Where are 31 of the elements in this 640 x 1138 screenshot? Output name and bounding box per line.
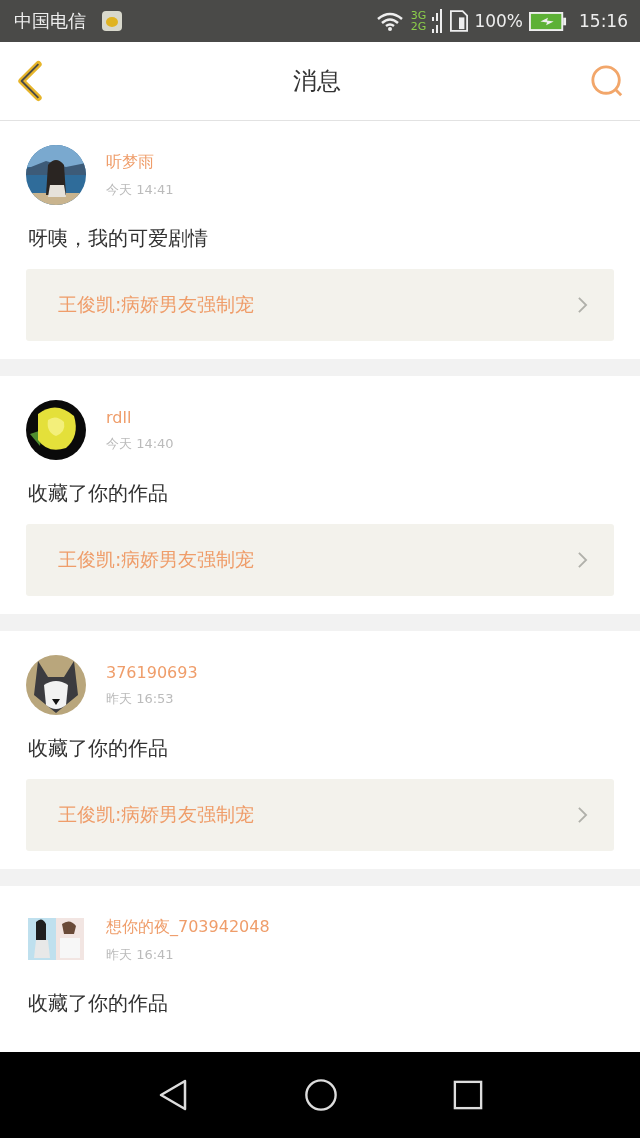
story-link[interactable]: 王俊凯:病娇男友强制宠	[26, 524, 614, 596]
signal-icon	[432, 9, 445, 33]
back-button[interactable]	[16, 60, 44, 102]
timestamp: 昨天 16:53	[106, 689, 175, 708]
message-text: 呀咦，我的可爱剧情	[28, 225, 209, 251]
message-text: 收藏了你的作品	[28, 990, 169, 1016]
user-name[interactable]: 376190693	[106, 662, 198, 682]
carrier-name: 中国电信	[14, 9, 86, 33]
timestamp: 今天 14:41	[106, 180, 174, 199]
message-text: 收藏了你的作品	[28, 480, 169, 506]
user-name[interactable]: 听梦雨	[106, 151, 174, 173]
timestamp: 昨天 16:41	[106, 945, 175, 964]
message-text: 收藏了你的作品	[28, 735, 169, 761]
user-name[interactable]: 想你的夜_703942048	[106, 916, 270, 938]
story-link[interactable]: 王俊凯:病娇男友强制宠	[26, 269, 614, 341]
sim-card-icon	[450, 10, 469, 32]
app-notification-icon	[102, 11, 122, 31]
user-name[interactable]: rdll	[106, 407, 174, 427]
chevron-right-icon	[577, 296, 588, 314]
chevron-right-icon	[577, 551, 588, 569]
story-link[interactable]: 王俊凯:病娇男友强制宠	[26, 779, 614, 851]
chevron-right-icon	[577, 806, 588, 824]
clock: 15:16	[579, 11, 628, 31]
network-label: 2G	[410, 21, 427, 32]
timestamp: 今天 14:40	[106, 434, 174, 453]
battery-percent: 100%	[474, 11, 523, 31]
recents-nav-icon[interactable]	[452, 1080, 483, 1110]
page-title: 消息	[293, 66, 341, 97]
home-nav-icon[interactable]	[304, 1078, 338, 1112]
battery-charging-icon	[529, 11, 567, 31]
network-label: 3G	[410, 10, 427, 21]
